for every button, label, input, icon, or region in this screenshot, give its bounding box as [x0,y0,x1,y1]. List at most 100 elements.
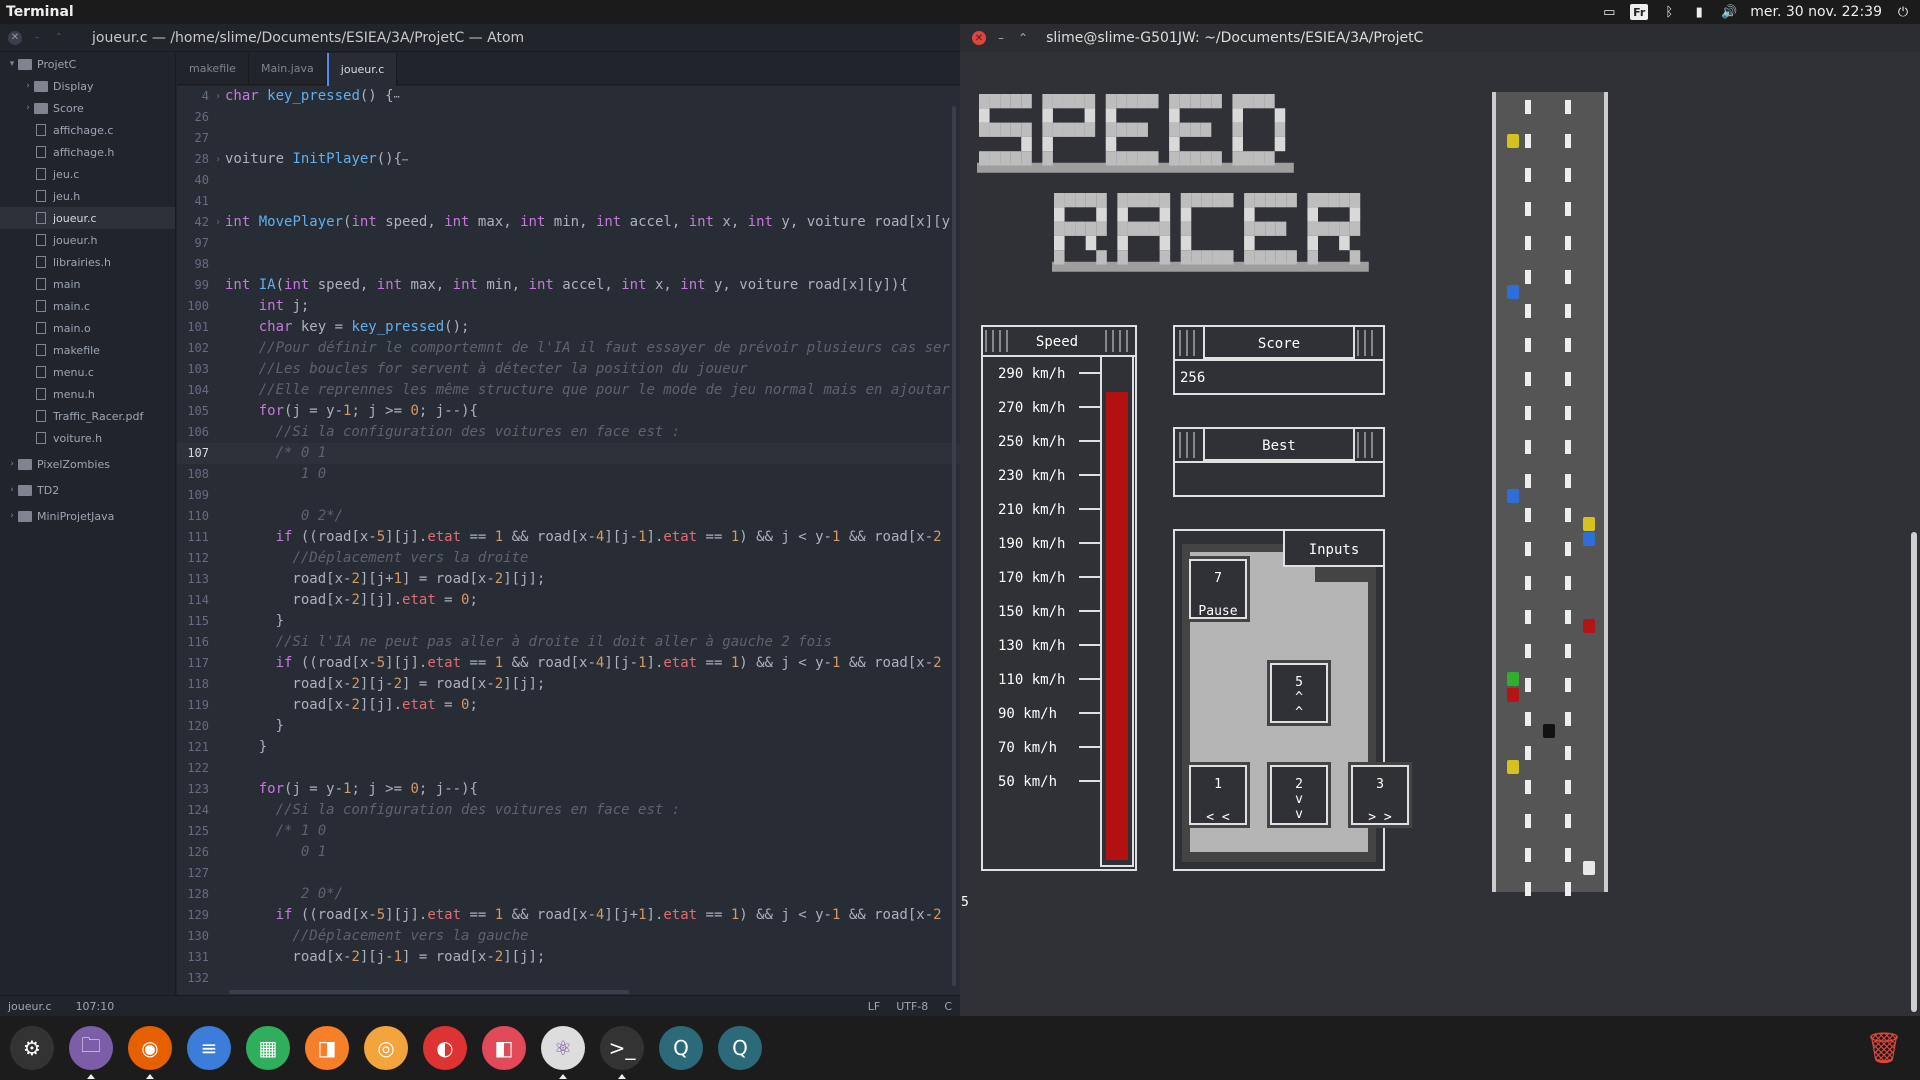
system-settings-icon[interactable]: ⚙ [10,1026,54,1070]
tree-item-display[interactable]: › Display [0,75,175,97]
keyboard-layout-indicator[interactable]: Fr [1630,4,1649,20]
tab-makefile[interactable]: makefile [177,53,249,84]
tree-item-projetc[interactable]: ▾ ProjetC [0,53,175,75]
code-line[interactable]: 126 0 1 [177,842,960,863]
trash-icon[interactable]: 🗑 [1862,1026,1906,1070]
code-line[interactable]: 130 //Déplacement vers la gauche [177,926,960,947]
maximize-icon[interactable]: ⌃ [52,31,66,45]
fold-icon[interactable]: › [213,86,223,107]
code-line[interactable]: 121 } [177,737,960,758]
code-line[interactable]: 106 //Si la configuration des voitures e… [177,422,960,443]
code-line[interactable]: 102 //Pour définir le comportemnt de l'I… [177,338,960,359]
tree-item-jeu-h[interactable]: jeu.h [0,185,175,207]
code-line[interactable]: 101 char key = key_pressed(); [177,317,960,338]
code-line[interactable]: 123 for(j = y-1; j >= 0; j--){ [177,779,960,800]
code-line[interactable]: 109 [177,485,960,506]
code-editor[interactable]: 4 › char key_pressed() {⋯ 26 27 28 › voiture In… [177,86,960,996]
qtcreator-icon[interactable]: Q [659,1026,703,1070]
maximize-icon[interactable]: ⌃ [1018,31,1028,45]
code-line[interactable]: 120 } [177,716,960,737]
battery-icon[interactable]: ▮ [1690,4,1708,20]
code-line[interactable]: 124 //Si la configuration des voitures e… [177,800,960,821]
tree-item-main-o[interactable]: main.o [0,317,175,339]
tree-item-librairies-h[interactable]: librairies.h [0,251,175,273]
code-line[interactable]: 129 if ((road[x-5][j].etat == 1 && road[… [177,905,960,926]
code-line[interactable]: 40 [177,170,960,191]
clock[interactable]: mer. 30 nov. 22:39 [1750,4,1882,20]
atom-icon[interactable]: ⚛ [541,1026,585,1070]
code-line[interactable]: 103 //Les boucles for servent à détecter… [177,359,960,380]
code-line[interactable]: 132 [177,968,960,989]
code-line[interactable]: 27 [177,128,960,149]
calc-icon[interactable]: ▦ [246,1026,290,1070]
tree-item-menu-h[interactable]: menu.h [0,383,175,405]
code-line[interactable]: 122 [177,758,960,779]
tree-item-joueur-h[interactable]: joueur.h [0,229,175,251]
qtcreator2-icon[interactable]: Q [718,1026,762,1070]
code-line[interactable]: 125 /* 1 0 [177,821,960,842]
editor-vertical-scrollbar[interactable] [952,106,956,986]
fold-icon[interactable]: › [213,149,223,170]
tree-item-score[interactable]: › Score [0,97,175,119]
tweaks-icon[interactable]: ◐ [423,1026,467,1070]
code-line[interactable]: 107 /* 0 1 [177,443,960,464]
code-line[interactable]: 4 › char key_pressed() {⋯ [177,86,960,107]
code-line[interactable]: 97 [177,233,960,254]
writer-icon[interactable]: ≡ [187,1026,231,1070]
software-icon[interactable]: ◧ [482,1026,526,1070]
terminal-icon[interactable]: >_ [600,1026,644,1070]
code-line[interactable]: 41 [177,191,960,212]
code-line[interactable]: 128 2 0*/ [177,884,960,905]
code-line[interactable]: 98 [177,254,960,275]
code-line[interactable]: 26 [177,107,960,128]
code-line[interactable]: 114 road[x-2][j].etat = 0; [177,590,960,611]
tree-item-makefile[interactable]: makefile [0,339,175,361]
tree-item-jeu-c[interactable]: jeu.c [0,163,175,185]
close-icon[interactable]: ✕ [8,30,22,45]
code-line[interactable]: 104 //Elle reprennes les même structure … [177,380,960,401]
tree-item-affichage-h[interactable]: affichage.h [0,141,175,163]
power-icon[interactable]: ⏻ [1894,4,1912,20]
status-file[interactable]: joueur.c [8,1000,52,1013]
tab-joueur-c[interactable]: joueur.c [326,53,398,86]
close-icon[interactable]: ✕ [972,31,986,45]
tree-item-traffic-racer-pdf[interactable]: Traffic_Racer.pdf [0,405,175,427]
code-line[interactable]: 108 1 0 [177,464,960,485]
code-line[interactable]: 112 //Déplacement vers la droite [177,548,960,569]
tree-item-main-c[interactable]: main.c [0,295,175,317]
code-line[interactable]: 127 [177,863,960,884]
terminal-body[interactable]: Speed 290 km/h 270 km/h 250 km/h 230 km/h 210… [960,52,1920,1016]
impress-icon[interactable]: ◨ [305,1026,349,1070]
code-line[interactable]: 118 road[x-2][j-2] = road[x-2][j]; [177,674,960,695]
code-line[interactable]: 119 road[x-2][j].etat = 0; [177,695,960,716]
code-line[interactable]: 111 if ((road[x-5][j].etat == 1 && road[… [177,527,960,548]
screen-icon[interactable]: ▭ [1600,4,1618,20]
tree-item-voiture-h[interactable]: voiture.h [0,427,175,449]
code-line[interactable]: 105 for(j = y-1; j >= 0; j--){ [177,401,960,422]
code-line[interactable]: 117 if ((road[x-5][j].etat == 1 && road[… [177,653,960,674]
code-line[interactable]: 113 road[x-2][j+1] = road[x-2][j]; [177,569,960,590]
tree-item-menu-c[interactable]: menu.c [0,361,175,383]
status-eol[interactable]: LF [868,1000,880,1013]
status-encoding[interactable]: UTF-8 [896,1000,928,1013]
code-line[interactable]: 116 //Si l'IA ne peut pas aller à droite… [177,632,960,653]
files-icon[interactable]: 🗀 [69,1026,113,1070]
minimize-icon[interactable]: – [30,31,44,45]
status-grammar[interactable]: C [944,1000,952,1013]
terminal-scrollbar[interactable] [1911,532,1917,1012]
firefox-icon[interactable]: ◉ [128,1026,172,1070]
tree-item-pixelzombies[interactable]: › PixelZombies [0,453,175,475]
code-line[interactable]: 131 road[x-2][j-1] = road[x-2][j]; [177,947,960,968]
code-line[interactable]: 100 int j; [177,296,960,317]
fold-icon[interactable]: › [213,212,223,233]
editor-horizontal-scrollbar[interactable] [229,990,629,994]
code-line[interactable]: 115 } [177,611,960,632]
bluetooth-icon[interactable]: ᛒ [1660,4,1678,20]
code-line[interactable]: 28 › voiture InitPlayer(){⋯ [177,149,960,170]
tree-item-joueur-c[interactable]: joueur.c [0,207,175,229]
code-line[interactable]: 110 0 2*/ [177,506,960,527]
tree-item-affichage-c[interactable]: affichage.c [0,119,175,141]
tree-item-td2[interactable]: › TD2 [0,479,175,501]
tab-main-java[interactable]: Main.java [249,53,327,84]
code-line[interactable]: 99 int IA(int speed, int max, int min, in… [177,275,960,296]
